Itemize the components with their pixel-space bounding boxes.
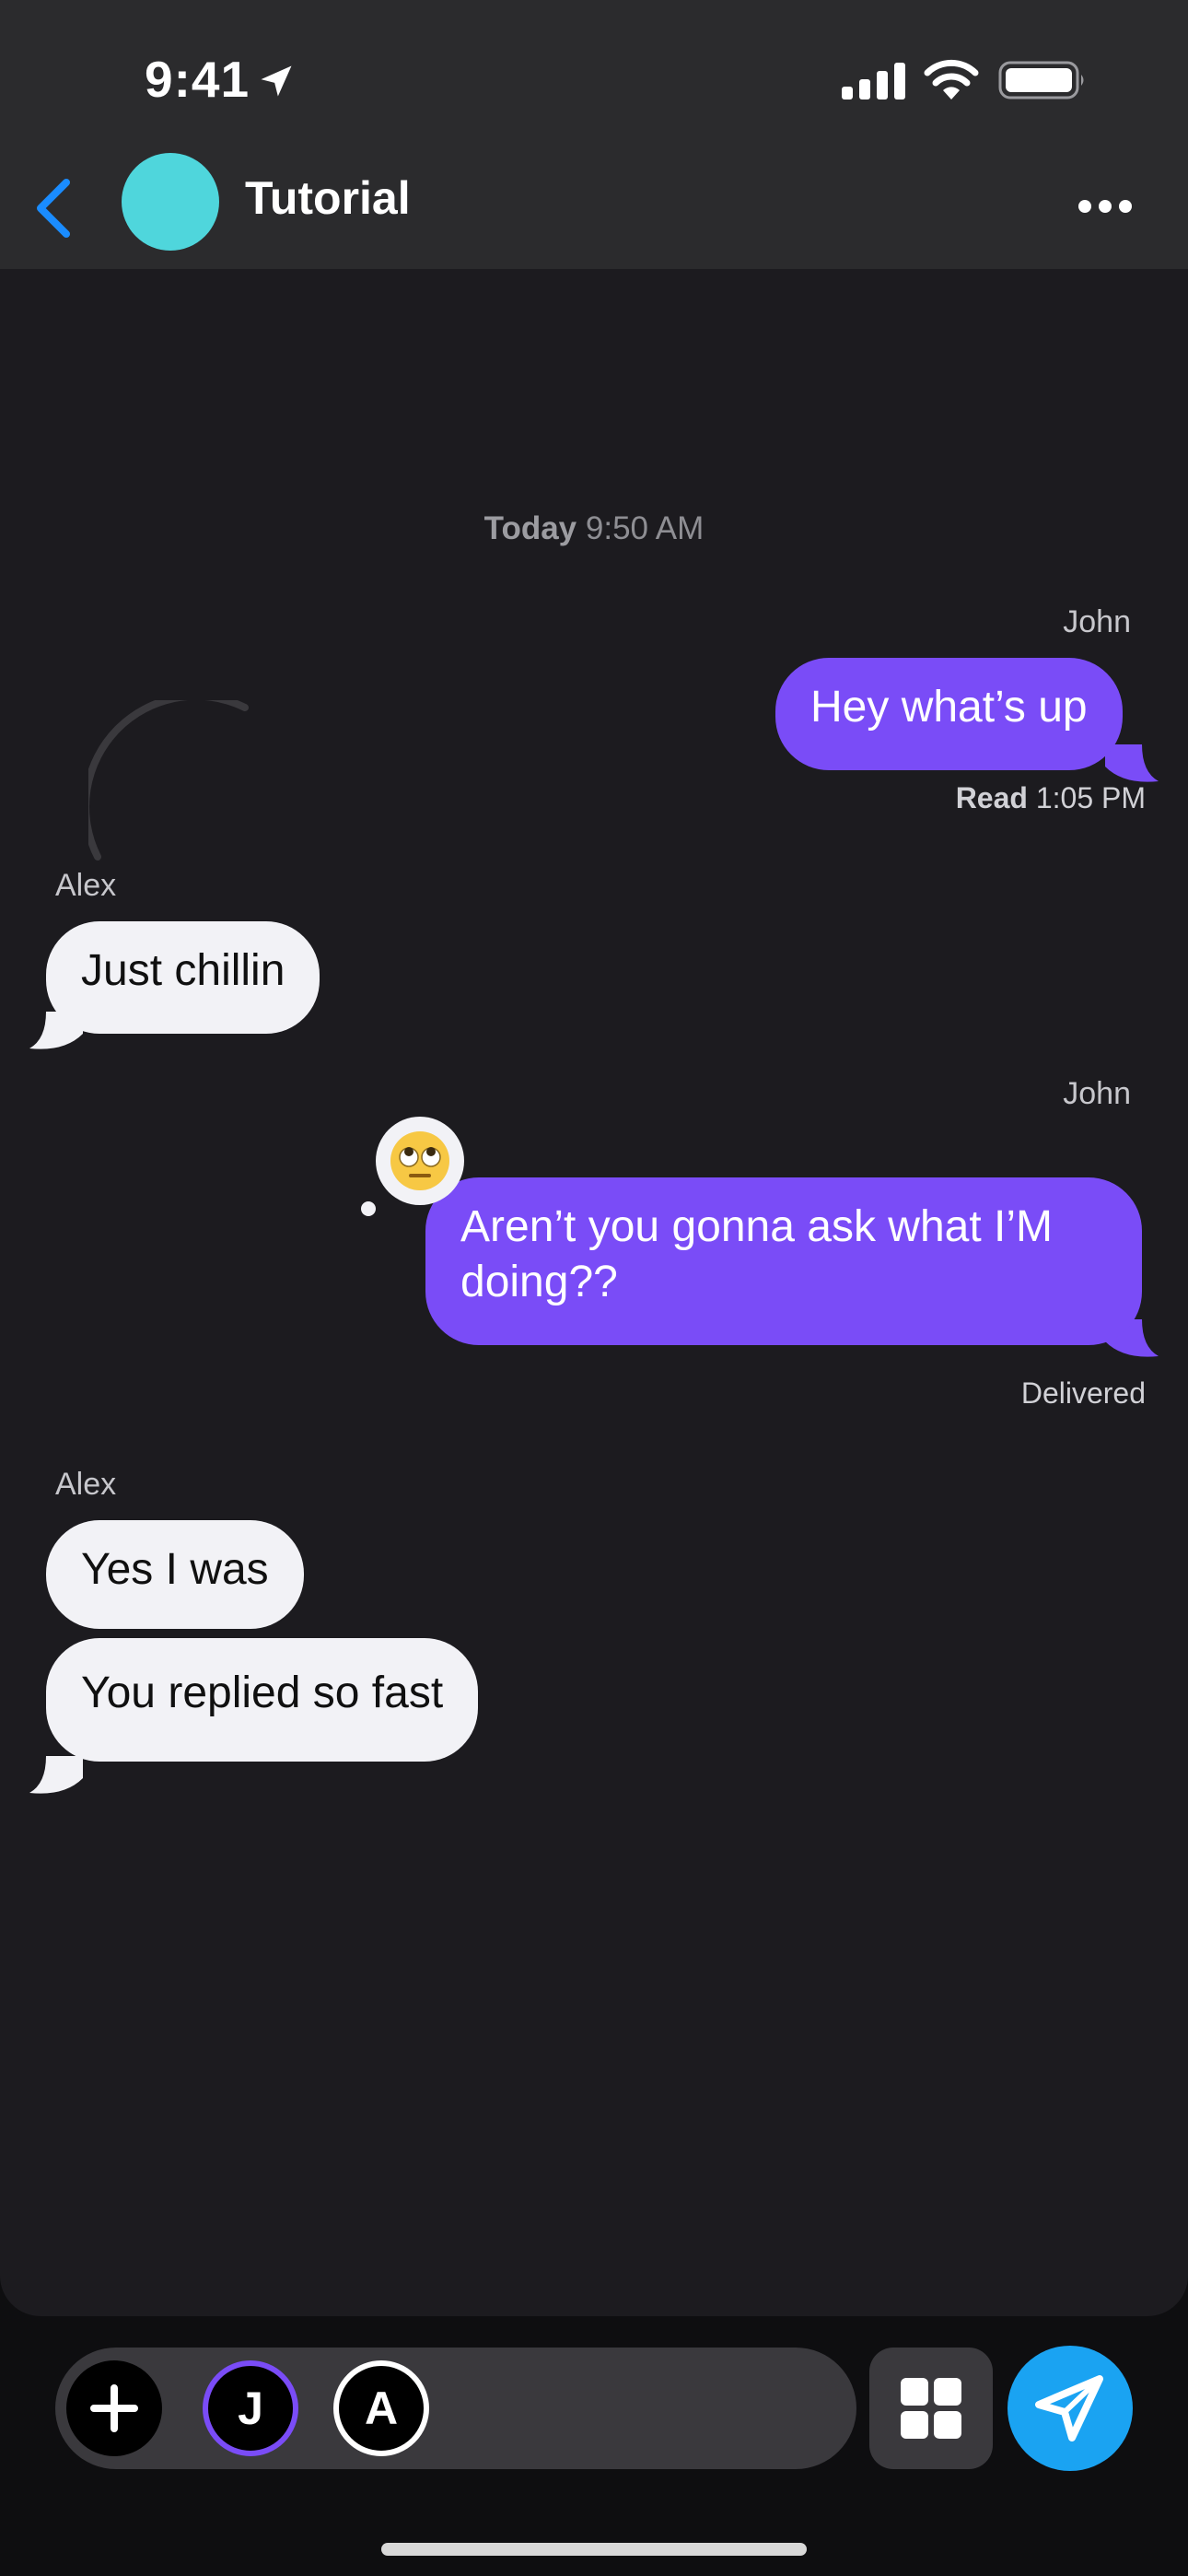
add-button[interactable]: [66, 2360, 162, 2456]
delivery-receipt: Delivered: [1021, 1376, 1146, 1411]
message-text: Yes I was: [81, 1545, 269, 1594]
bubble-tail: [1105, 744, 1159, 782]
home-indicator[interactable]: [381, 2543, 807, 2556]
message-composer[interactable]: J A: [55, 2348, 856, 2469]
conversation-avatar[interactable]: [122, 153, 219, 251]
conversation-header: Tutorial: [0, 147, 1188, 271]
thread-timestamp: Today 9:50 AM: [0, 510, 1188, 547]
message-text: Aren’t you gonna ask what I’M doing??: [460, 1202, 1054, 1306]
location-arrow-icon: [261, 65, 292, 97]
plus-icon: [90, 2384, 138, 2432]
message-sender: Alex: [55, 1467, 117, 1502]
receipt-label: Read: [955, 781, 1028, 814]
receipt-label: Delivered: [1020, 1376, 1146, 1410]
send-button[interactable]: [1007, 2346, 1133, 2471]
loading-arc-icon: [88, 700, 249, 861]
participant-avatar-a[interactable]: A: [333, 2360, 429, 2456]
read-receipt: Read 1:05 PM: [956, 781, 1146, 815]
battery-icon: [998, 61, 1084, 100]
participant-avatar-j[interactable]: J: [203, 2360, 298, 2456]
conversation-title[interactable]: Tutorial: [245, 171, 411, 225]
face-with-rolling-eyes-icon: [390, 1131, 449, 1190]
message-sender: Alex: [55, 868, 117, 903]
timestamp-time: 9:50 AM: [585, 510, 705, 546]
send-icon: [1035, 2375, 1103, 2441]
apps-button[interactable]: [869, 2348, 993, 2469]
apps-grid-icon: [901, 2378, 961, 2439]
back-chevron-icon[interactable]: [31, 177, 74, 240]
message-sender: John: [1063, 1076, 1131, 1111]
message-bubble-incoming[interactable]: Just chillin: [46, 921, 320, 1034]
message-bubble-outgoing[interactable]: Aren’t you gonna ask what I’M doing??: [425, 1177, 1142, 1345]
reaction-dot: [361, 1201, 376, 1216]
bubble-tail: [29, 1756, 83, 1794]
message-sender: John: [1063, 604, 1131, 639]
message-bubble-incoming[interactable]: You replied so fast: [46, 1638, 479, 1762]
status-bar: 9:41: [0, 0, 1188, 147]
message-text: Just chillin: [81, 946, 285, 995]
cellular-signal-icon: [842, 63, 905, 100]
timestamp-day: Today: [483, 510, 577, 546]
more-options-icon[interactable]: [1077, 197, 1133, 216]
message-bubble-outgoing[interactable]: Hey what’s up: [775, 658, 1123, 770]
message-text: You replied so fast: [81, 1669, 444, 1717]
receipt-time: 1:05 PM: [1035, 781, 1146, 814]
message-text: Hey what’s up: [810, 683, 1088, 732]
status-time: 9:41: [145, 51, 250, 108]
message-reaction[interactable]: [376, 1117, 464, 1205]
wifi-icon: [924, 59, 979, 100]
message-bubble-incoming[interactable]: Yes I was: [46, 1520, 304, 1629]
message-thread[interactable]: Today 9:50 AM John Hey what’s up Read 1:…: [0, 269, 1188, 2316]
